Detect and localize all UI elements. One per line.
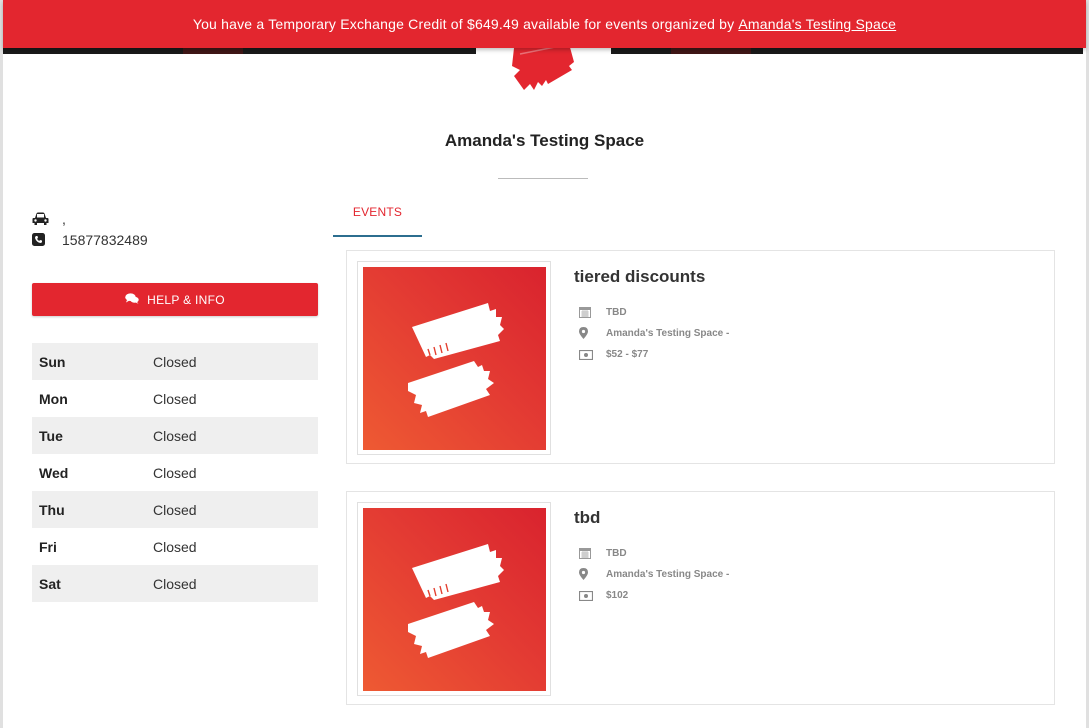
hours-day: Sat <box>32 565 153 602</box>
car-icon <box>32 212 62 226</box>
hours-row: Tue Closed <box>32 417 318 454</box>
event-image <box>363 267 546 450</box>
event-venue: Amanda's Testing Space - <box>579 327 729 339</box>
hours-status: Closed <box>153 390 197 407</box>
event-date: TBD <box>579 547 627 559</box>
hours-row: Mon Closed <box>32 380 318 417</box>
hours-day: Thu <box>32 491 153 528</box>
notice-organizer-link[interactable]: Amanda's Testing Space <box>738 16 896 32</box>
map-marker-icon <box>579 327 606 339</box>
ticket-logo-icon <box>407 543 504 658</box>
money-icon <box>579 590 606 601</box>
map-marker-icon <box>579 568 606 580</box>
organizer-name: Amanda's Testing Space <box>444 131 645 150</box>
event-card[interactable]: tiered discounts TBD Amanda's Testing Sp… <box>346 250 1055 464</box>
event-image <box>363 508 546 691</box>
chat-icon <box>125 292 139 307</box>
event-venue-text: Amanda's Testing Space - <box>606 568 730 580</box>
hours-day: Sun <box>32 343 153 380</box>
hours-row: Sat Closed <box>32 565 318 602</box>
ticket-logo-icon <box>512 40 574 90</box>
hours-row: Thu Closed <box>32 491 318 528</box>
title-divider <box>498 178 588 179</box>
tab-events[interactable]: EVENTS <box>333 205 422 237</box>
hours-status: Closed <box>153 464 197 481</box>
event-date: TBD <box>579 306 627 318</box>
hours-row: Sun Closed <box>32 343 318 380</box>
hours-status: Closed <box>153 538 197 555</box>
event-price-text: $102 <box>606 590 629 601</box>
ticket-logo-icon <box>407 302 504 417</box>
event-title[interactable]: tiered discounts <box>574 267 705 287</box>
event-venue: Amanda's Testing Space - <box>579 568 729 580</box>
address-text: , <box>62 210 66 227</box>
event-date-text: TBD <box>606 306 627 318</box>
event-thumbnail[interactable] <box>357 261 551 455</box>
event-venue-text: Amanda's Testing Space - <box>606 327 730 339</box>
hours-status: Closed <box>153 417 318 454</box>
hours-day: Mon <box>39 390 68 407</box>
organizer-logo <box>476 40 611 102</box>
tab-events-label: EVENTS <box>352 205 403 219</box>
hours-row: Fri Closed <box>32 528 318 565</box>
phone-number[interactable]: 15877832489 <box>62 232 148 248</box>
hours-status: Closed <box>153 565 318 602</box>
contact-info: , 15877832489 <box>32 208 318 250</box>
hours-status: Closed <box>153 343 318 380</box>
hours-row: Wed Closed <box>32 454 318 491</box>
event-price-text: $52 - $77 <box>606 349 649 360</box>
calendar-icon <box>579 306 606 318</box>
help-info-label: HELP & INFO <box>147 292 225 307</box>
phone-icon <box>32 233 62 246</box>
phone-row: 15877832489 <box>32 229 318 250</box>
address-row: , <box>32 208 318 229</box>
hours-day: Tue <box>32 417 153 454</box>
page-frame-left <box>0 0 3 728</box>
organizer-page: You have a Temporary Exchange Credit of … <box>0 0 1089 728</box>
calendar-icon <box>579 547 606 559</box>
help-info-button[interactable]: HELP & INFO <box>32 283 318 316</box>
event-title[interactable]: tbd <box>574 508 600 528</box>
event-card[interactable]: tbd TBD Amanda's Testing Space - $102 <box>346 491 1055 705</box>
money-icon <box>579 349 606 360</box>
hours-status: Closed <box>153 491 318 528</box>
event-thumbnail[interactable] <box>357 502 551 696</box>
exchange-credit-notice: You have a Temporary Exchange Credit of … <box>3 0 1086 48</box>
event-date-text: TBD <box>606 547 627 559</box>
tab-active-indicator <box>333 235 422 237</box>
business-hours-table: Sun Closed Mon Closed Tue Closed Wed Closed … <box>32 343 318 602</box>
hours-day: Wed <box>39 464 69 481</box>
notice-text: You have a Temporary Exchange Credit of … <box>192 16 735 32</box>
event-price: $102 <box>579 590 628 601</box>
event-price: $52 - $77 <box>579 349 648 360</box>
hours-day: Fri <box>39 538 57 555</box>
